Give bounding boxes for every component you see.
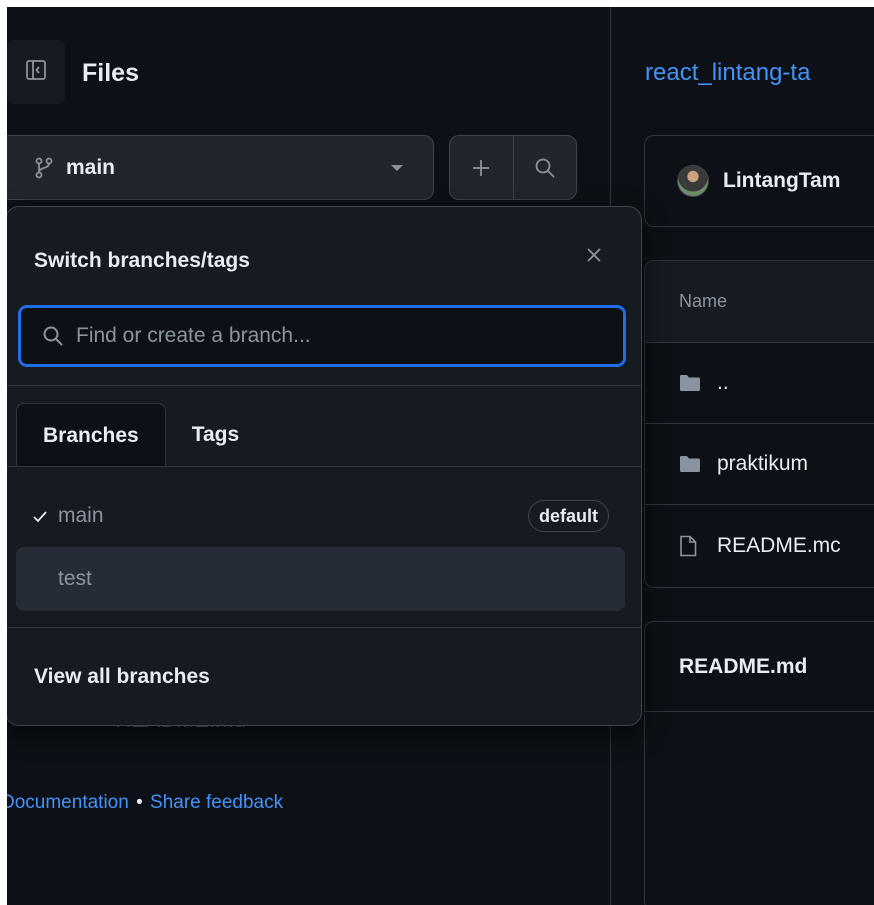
- default-badge: default: [527, 500, 609, 532]
- branch-search-input[interactable]: [76, 324, 596, 348]
- check-icon: [16, 508, 50, 524]
- branch-selector-button[interactable]: main: [7, 135, 434, 200]
- share-feedback-link[interactable]: Share feedback: [150, 792, 283, 813]
- repo-breadcrumb-link[interactable]: react_lintang-ta: [645, 59, 810, 87]
- search-icon: [534, 157, 556, 179]
- documentation-link[interactable]: Documentation: [7, 792, 129, 813]
- files-table: Name .. praktikum README.mc: [644, 260, 874, 588]
- git-branch-icon: [34, 157, 54, 179]
- table-row[interactable]: praktikum: [645, 424, 874, 505]
- add-file-button[interactable]: [450, 136, 513, 199]
- branch-name: main: [58, 504, 104, 527]
- close-icon: [586, 247, 602, 263]
- files-table-header: Name: [645, 261, 874, 343]
- sidebar-toggle-button[interactable]: [7, 40, 65, 104]
- file-name: ..: [717, 371, 729, 394]
- divider: [7, 385, 641, 386]
- branch-search-field[interactable]: [18, 305, 626, 367]
- plus-icon: [471, 158, 491, 178]
- app-window: Files main Documentation • Share feedbac…: [7, 7, 874, 905]
- chevron-down-icon: [391, 165, 403, 171]
- popover-title: Switch branches/tags: [34, 249, 250, 272]
- branch-item-main[interactable]: main default: [16, 484, 625, 548]
- readme-panel: README.md: [644, 621, 874, 905]
- close-button[interactable]: [582, 243, 606, 267]
- footer-separator: •: [136, 792, 143, 813]
- table-row[interactable]: README.mc: [645, 505, 874, 586]
- branch-tag-tabs: Branches Tags: [16, 403, 265, 467]
- commit-author-link[interactable]: LintangTam: [723, 169, 840, 193]
- table-row[interactable]: ..: [645, 343, 874, 424]
- tree-actions-group: [449, 135, 577, 200]
- folder-icon: [679, 374, 701, 392]
- latest-commit-box: LintangTam: [644, 135, 874, 227]
- readme-title[interactable]: README.md: [645, 622, 874, 712]
- branch-item-test[interactable]: test: [16, 547, 625, 611]
- branch-selector-label: main: [66, 155, 116, 179]
- file-name: README.mc: [717, 533, 841, 557]
- sidebar-title: Files: [82, 59, 139, 87]
- search-icon: [42, 325, 64, 347]
- tabs-underline: [7, 466, 641, 467]
- divider: [7, 627, 641, 628]
- tab-tags[interactable]: Tags: [166, 403, 265, 467]
- search-files-button[interactable]: [512, 136, 577, 199]
- avatar[interactable]: [677, 165, 709, 197]
- file-icon: [679, 535, 701, 557]
- tab-branches[interactable]: Branches: [16, 403, 166, 467]
- file-name: praktikum: [717, 452, 809, 475]
- branch-name: test: [58, 567, 92, 590]
- sidebar-collapse-icon: [24, 58, 48, 87]
- branch-switcher-popover: Switch branches/tags Branches Tags: [7, 206, 642, 726]
- sidebar-footer: Documentation • Share feedback: [7, 792, 283, 814]
- view-all-branches-link[interactable]: View all branches: [34, 665, 210, 689]
- folder-icon: [679, 455, 701, 473]
